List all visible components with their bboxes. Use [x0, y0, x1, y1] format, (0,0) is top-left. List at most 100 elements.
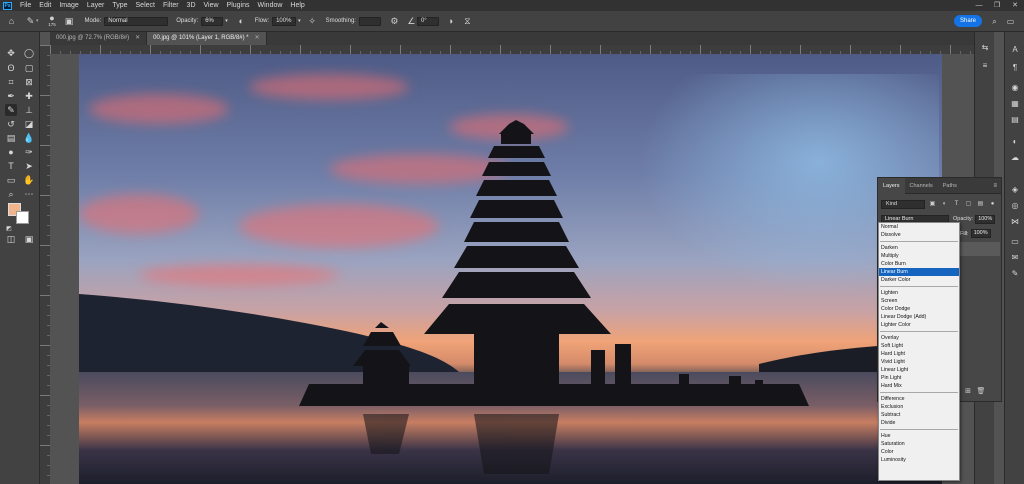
channels-panel-icon[interactable]: ◎	[1009, 200, 1021, 212]
blend-option-vivid-light[interactable]: Vivid Light	[879, 358, 959, 366]
character-panel-icon[interactable]: A	[1009, 44, 1021, 56]
trash-icon[interactable]: 🗑	[976, 387, 986, 396]
history-panel-icon[interactable]: ⇆	[979, 42, 991, 54]
fill-input[interactable]: 100%	[970, 229, 991, 238]
comments-panel-icon[interactable]: ✉	[1009, 252, 1021, 264]
blend-option-dissolve[interactable]: Dissolve	[879, 231, 959, 239]
vertical-ruler[interactable]	[40, 45, 50, 484]
blend-option-luminosity[interactable]: Luminosity	[879, 456, 959, 464]
brush-panel-icon[interactable]: ✎	[1009, 268, 1021, 280]
move-tool-icon[interactable]: ✥	[5, 47, 17, 59]
stamp-tool-icon[interactable]: ⊥	[23, 104, 35, 116]
blend-option-linear-dodge[interactable]: Linear Dodge (Add)	[879, 313, 959, 321]
share-button[interactable]: Share	[954, 15, 982, 27]
layer-opacity-input[interactable]: 100%	[975, 214, 996, 224]
pressure-opacity-icon[interactable]: ◐	[236, 16, 247, 27]
blend-option-soft-light[interactable]: Soft Light	[879, 342, 959, 350]
type-tool-icon[interactable]: T	[5, 160, 17, 172]
blend-option-color[interactable]: Color	[879, 448, 959, 456]
adjustments-panel-icon[interactable]: ◐	[1009, 136, 1021, 148]
mode-select[interactable]: Normal	[104, 16, 169, 26]
filter-toggle-icon[interactable]: ●	[988, 200, 997, 209]
pen-tool-icon[interactable]: ✑	[23, 146, 35, 158]
info-panel-icon[interactable]: ▭	[1009, 236, 1021, 248]
panel-menu-icon[interactable]: ≡	[993, 183, 997, 189]
blend-option-saturation[interactable]: Saturation	[879, 440, 959, 448]
photoshop-logo-icon[interactable]: Ps	[3, 1, 12, 10]
blend-option-color-burn[interactable]: Color Burn	[879, 260, 959, 268]
brush-tool-icon[interactable]: ✎	[5, 104, 17, 116]
frame-tool-icon[interactable]: ⊠	[23, 76, 35, 88]
blend-option-linear-burn[interactable]: Linear Burn	[879, 268, 959, 276]
menu-file[interactable]: File	[16, 0, 35, 11]
blend-option-multiply[interactable]: Multiply	[879, 252, 959, 260]
gradient-tool-icon[interactable]: ▤	[5, 132, 17, 144]
dodge-tool-icon[interactable]: ●	[5, 146, 17, 158]
menu-edit[interactable]: Edit	[35, 0, 55, 11]
minimize-icon[interactable]: —	[970, 0, 988, 11]
blend-option-difference[interactable]: Difference	[879, 395, 959, 403]
blend-option-divide[interactable]: Divide	[879, 419, 959, 427]
menu-type[interactable]: Type	[108, 0, 131, 11]
quick-mask-icon[interactable]: ◫	[5, 233, 17, 245]
close-icon[interactable]: ✕	[1006, 0, 1024, 11]
pixel-filter-icon[interactable]: ▣	[928, 200, 937, 209]
blend-option-pin-light[interactable]: Pin Light	[879, 374, 959, 382]
menu-filter[interactable]: Filter	[159, 0, 183, 11]
gradients-panel-icon[interactable]: ▤	[1009, 114, 1021, 126]
blend-option-exclusion[interactable]: Exclusion	[879, 403, 959, 411]
blend-option-screen[interactable]: Screen	[879, 297, 959, 305]
new-layer-icon[interactable]: ⊞	[963, 387, 973, 396]
angle-input[interactable]: 0°	[416, 16, 439, 26]
tab-document-2[interactable]: 00.jpg @ 101% (Layer 1, RGB/8#) * ✕	[147, 32, 267, 45]
blend-option-hard-mix[interactable]: Hard Mix	[879, 382, 959, 390]
blend-option-hard-light[interactable]: Hard Light	[879, 350, 959, 358]
menu-window[interactable]: Window	[254, 0, 287, 11]
eyedropper-tool-icon[interactable]: ✒	[5, 90, 17, 102]
workspace-icon[interactable]: ▭	[1005, 16, 1016, 27]
smart-object-filter-icon[interactable]: ▤	[976, 200, 985, 209]
menu-select[interactable]: Select	[132, 0, 159, 11]
object-select-tool-icon[interactable]: ▢	[23, 62, 35, 74]
paragraph-panel-icon[interactable]: ¶	[1009, 62, 1021, 74]
blend-option-subtract[interactable]: Subtract	[879, 411, 959, 419]
adjustment-filter-icon[interactable]: ◐	[940, 200, 949, 209]
menu-view[interactable]: View	[200, 0, 223, 11]
paths-panel-icon[interactable]: ⋈	[1009, 216, 1021, 228]
shape-filter-icon[interactable]: ▢	[964, 200, 973, 209]
kind-filter-select[interactable]: Kind	[881, 199, 925, 209]
search-icon[interactable]: ⌕	[989, 16, 1000, 27]
swatches-panel-icon[interactable]: ▦	[1009, 98, 1021, 110]
blend-option-linear-light[interactable]: Linear Light	[879, 366, 959, 374]
blur-tool-icon[interactable]: 💧	[23, 132, 35, 144]
restore-icon[interactable]: ❐	[988, 0, 1006, 11]
background-color-swatch[interactable]	[16, 211, 29, 224]
home-icon[interactable]: ⌂	[6, 16, 17, 27]
tab-channels[interactable]: Channels	[905, 178, 938, 194]
path-select-tool-icon[interactable]: ➤	[23, 160, 35, 172]
menu-plugins[interactable]: Plugins	[223, 0, 254, 11]
menu-3d[interactable]: 3D	[183, 0, 200, 11]
canvas-image[interactable]	[79, 54, 942, 484]
flow-input[interactable]: 100%	[272, 16, 297, 26]
brush-preset-icon[interactable]: ●	[47, 14, 58, 23]
color-panel-icon[interactable]: ◉	[1009, 82, 1021, 94]
zoom-tool-icon[interactable]: ⌕	[5, 188, 17, 200]
tab-document-1[interactable]: 000.jpg @ 72.7% (RGB/8#) ✕	[50, 32, 148, 45]
gear-icon[interactable]: ⚙	[389, 16, 400, 27]
lasso-tool-icon[interactable]: ʘ	[5, 62, 17, 74]
layer-row[interactable]	[960, 242, 1000, 256]
close-icon[interactable]: ✕	[135, 32, 140, 45]
blend-option-lighten[interactable]: Lighten	[879, 289, 959, 297]
blend-option-color-dodge[interactable]: Color Dodge	[879, 305, 959, 313]
layers-panel-icon[interactable]: ◈	[1009, 184, 1021, 196]
blend-option-darken[interactable]: Darken	[879, 244, 959, 252]
brush-tool-icon[interactable]: ✎	[25, 16, 36, 27]
blend-option-darker-color[interactable]: Darker Color	[879, 276, 959, 284]
airbrush-icon[interactable]: ✧	[307, 16, 318, 27]
opacity-input[interactable]: 6%	[201, 16, 224, 26]
crop-tool-icon[interactable]: ⌗	[5, 76, 17, 88]
blend-option-overlay[interactable]: Overlay	[879, 334, 959, 342]
smoothing-input[interactable]	[358, 16, 381, 26]
marquee-tool-icon[interactable]: ◯	[23, 47, 35, 59]
